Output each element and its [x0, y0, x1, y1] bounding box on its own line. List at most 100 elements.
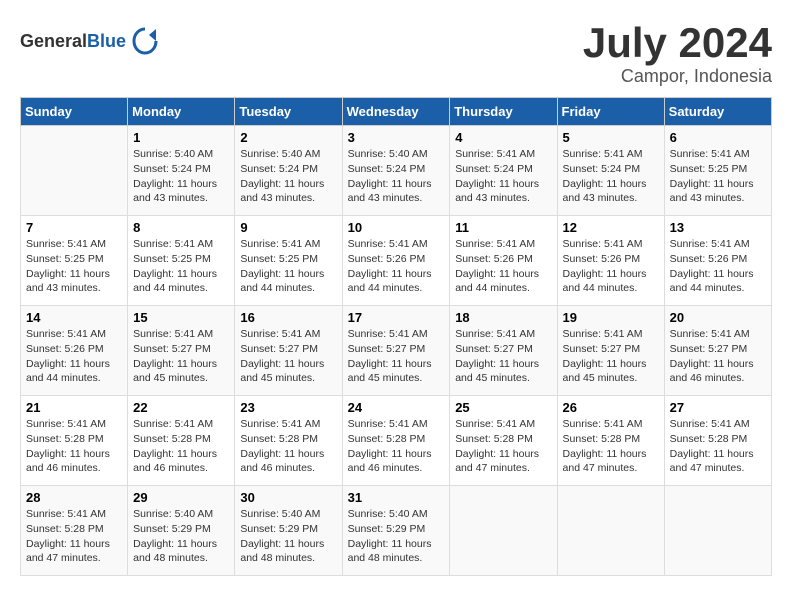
day-info: Sunrise: 5:40 AMSunset: 5:29 PMDaylight:…: [240, 507, 336, 566]
calendar-cell: 19 Sunrise: 5:41 AMSunset: 5:27 PMDayligh…: [557, 306, 664, 396]
day-number: 12: [563, 220, 659, 235]
day-info: Sunrise: 5:41 AMSunset: 5:28 PMDaylight:…: [26, 417, 122, 476]
calendar-cell: 29 Sunrise: 5:40 AMSunset: 5:29 PMDayligh…: [128, 486, 235, 576]
day-number: 6: [670, 130, 766, 145]
day-info: Sunrise: 5:41 AMSunset: 5:24 PMDaylight:…: [455, 147, 551, 206]
day-info: Sunrise: 5:41 AMSunset: 5:25 PMDaylight:…: [133, 237, 229, 296]
day-info: Sunrise: 5:41 AMSunset: 5:28 PMDaylight:…: [26, 507, 122, 566]
day-info: Sunrise: 5:41 AMSunset: 5:26 PMDaylight:…: [348, 237, 445, 296]
day-info: Sunrise: 5:41 AMSunset: 5:25 PMDaylight:…: [240, 237, 336, 296]
day-info: Sunrise: 5:41 AMSunset: 5:27 PMDaylight:…: [563, 327, 659, 386]
logo-general: General: [20, 31, 87, 51]
day-number: 28: [26, 490, 122, 505]
header-row: SundayMondayTuesdayWednesdayThursdayFrid…: [21, 98, 772, 126]
day-info: Sunrise: 5:41 AMSunset: 5:27 PMDaylight:…: [670, 327, 766, 386]
day-info: Sunrise: 5:40 AMSunset: 5:24 PMDaylight:…: [240, 147, 336, 206]
calendar-cell: 9 Sunrise: 5:41 AMSunset: 5:25 PMDaylight…: [235, 216, 342, 306]
month-title: July 2024: [583, 20, 772, 66]
day-number: 4: [455, 130, 551, 145]
day-info: Sunrise: 5:41 AMSunset: 5:25 PMDaylight:…: [670, 147, 766, 206]
day-number: 25: [455, 400, 551, 415]
day-info: Sunrise: 5:41 AMSunset: 5:27 PMDaylight:…: [455, 327, 551, 386]
day-info: Sunrise: 5:40 AMSunset: 5:24 PMDaylight:…: [348, 147, 445, 206]
day-info: Sunrise: 5:41 AMSunset: 5:28 PMDaylight:…: [348, 417, 445, 476]
day-number: 16: [240, 310, 336, 325]
calendar-cell: 8 Sunrise: 5:41 AMSunset: 5:25 PMDaylight…: [128, 216, 235, 306]
day-number: 17: [348, 310, 445, 325]
logo-blue: Blue: [87, 31, 126, 51]
calendar-cell: 23 Sunrise: 5:41 AMSunset: 5:28 PMDayligh…: [235, 396, 342, 486]
day-number: 9: [240, 220, 336, 235]
header-day-tuesday: Tuesday: [235, 98, 342, 126]
calendar-cell: [450, 486, 557, 576]
calendar-cell: [664, 486, 771, 576]
day-number: 24: [348, 400, 445, 415]
calendar-cell: [557, 486, 664, 576]
week-row-3: 21Sunrise: 5:41 AMSunset: 5:28 PMDayligh…: [21, 396, 772, 486]
logo-icon: [129, 25, 161, 57]
calendar-cell: 4 Sunrise: 5:41 AMSunset: 5:24 PMDaylight…: [450, 126, 557, 216]
calendar-cell: 21Sunrise: 5:41 AMSunset: 5:28 PMDayligh…: [21, 396, 128, 486]
header-day-friday: Friday: [557, 98, 664, 126]
day-info: Sunrise: 5:40 AMSunset: 5:29 PMDaylight:…: [133, 507, 229, 566]
day-number: 15: [133, 310, 229, 325]
day-number: 30: [240, 490, 336, 505]
day-number: 3: [348, 130, 445, 145]
day-info: Sunrise: 5:41 AMSunset: 5:26 PMDaylight:…: [670, 237, 766, 296]
calendar-cell: 6 Sunrise: 5:41 AMSunset: 5:25 PMDaylight…: [664, 126, 771, 216]
header-day-saturday: Saturday: [664, 98, 771, 126]
calendar-cell: 16Sunrise: 5:41 AMSunset: 5:27 PMDayligh…: [235, 306, 342, 396]
day-info: Sunrise: 5:41 AMSunset: 5:28 PMDaylight:…: [563, 417, 659, 476]
day-number: 8: [133, 220, 229, 235]
calendar-cell: 10Sunrise: 5:41 AMSunset: 5:26 PMDayligh…: [342, 216, 450, 306]
day-number: 14: [26, 310, 122, 325]
day-info: Sunrise: 5:41 AMSunset: 5:25 PMDaylight:…: [26, 237, 122, 296]
title-area: July 2024 Campor, Indonesia: [583, 20, 772, 87]
calendar-cell: 2Sunrise: 5:40 AMSunset: 5:24 PMDaylight…: [235, 126, 342, 216]
calendar-cell: 3 Sunrise: 5:40 AMSunset: 5:24 PMDaylight…: [342, 126, 450, 216]
day-number: 13: [670, 220, 766, 235]
calendar-cell: 30 Sunrise: 5:40 AMSunset: 5:29 PMDayligh…: [235, 486, 342, 576]
day-info: Sunrise: 5:41 AMSunset: 5:28 PMDaylight:…: [240, 417, 336, 476]
header-day-wednesday: Wednesday: [342, 98, 450, 126]
day-info: Sunrise: 5:41 AMSunset: 5:24 PMDaylight:…: [563, 147, 659, 206]
week-row-0: 1 Sunrise: 5:40 AMSunset: 5:24 PMDaylight…: [21, 126, 772, 216]
calendar-cell: 31Sunrise: 5:40 AMSunset: 5:29 PMDayligh…: [342, 486, 450, 576]
calendar-cell: 7Sunrise: 5:41 AMSunset: 5:25 PMDaylight…: [21, 216, 128, 306]
calendar-cell: 11Sunrise: 5:41 AMSunset: 5:26 PMDayligh…: [450, 216, 557, 306]
location-title: Campor, Indonesia: [583, 66, 772, 87]
day-info: Sunrise: 5:41 AMSunset: 5:27 PMDaylight:…: [133, 327, 229, 386]
calendar-cell: 20 Sunrise: 5:41 AMSunset: 5:27 PMDayligh…: [664, 306, 771, 396]
calendar-cell: [21, 126, 128, 216]
week-row-2: 14 Sunrise: 5:41 AMSunset: 5:26 PMDayligh…: [21, 306, 772, 396]
week-row-1: 7Sunrise: 5:41 AMSunset: 5:25 PMDaylight…: [21, 216, 772, 306]
day-info: Sunrise: 5:41 AMSunset: 5:26 PMDaylight:…: [26, 327, 122, 386]
calendar-cell: 14 Sunrise: 5:41 AMSunset: 5:26 PMDayligh…: [21, 306, 128, 396]
calendar-cell: 1 Sunrise: 5:40 AMSunset: 5:24 PMDaylight…: [128, 126, 235, 216]
header-day-sunday: Sunday: [21, 98, 128, 126]
calendar-cell: 5 Sunrise: 5:41 AMSunset: 5:24 PMDaylight…: [557, 126, 664, 216]
calendar-cell: 18 Sunrise: 5:41 AMSunset: 5:27 PMDayligh…: [450, 306, 557, 396]
day-info: Sunrise: 5:41 AMSunset: 5:27 PMDaylight:…: [348, 327, 445, 386]
calendar-cell: 26 Sunrise: 5:41 AMSunset: 5:28 PMDayligh…: [557, 396, 664, 486]
day-number: 26: [563, 400, 659, 415]
day-number: 1: [133, 130, 229, 145]
day-info: Sunrise: 5:41 AMSunset: 5:28 PMDaylight:…: [670, 417, 766, 476]
calendar-table: SundayMondayTuesdayWednesdayThursdayFrid…: [20, 97, 772, 576]
day-number: 18: [455, 310, 551, 325]
calendar-cell: 25 Sunrise: 5:41 AMSunset: 5:28 PMDayligh…: [450, 396, 557, 486]
day-number: 31: [348, 490, 445, 505]
day-number: 5: [563, 130, 659, 145]
day-number: 19: [563, 310, 659, 325]
day-info: Sunrise: 5:41 AMSunset: 5:26 PMDaylight:…: [455, 237, 551, 296]
day-number: 20: [670, 310, 766, 325]
logo: GeneralBlue: [20, 25, 161, 57]
calendar-cell: 12Sunrise: 5:41 AMSunset: 5:26 PMDayligh…: [557, 216, 664, 306]
header-day-thursday: Thursday: [450, 98, 557, 126]
day-number: 29: [133, 490, 229, 505]
day-number: 23: [240, 400, 336, 415]
calendar-cell: 24 Sunrise: 5:41 AMSunset: 5:28 PMDayligh…: [342, 396, 450, 486]
day-info: Sunrise: 5:41 AMSunset: 5:28 PMDaylight:…: [455, 417, 551, 476]
day-info: Sunrise: 5:40 AMSunset: 5:24 PMDaylight:…: [133, 147, 229, 206]
calendar-cell: 13 Sunrise: 5:41 AMSunset: 5:26 PMDayligh…: [664, 216, 771, 306]
